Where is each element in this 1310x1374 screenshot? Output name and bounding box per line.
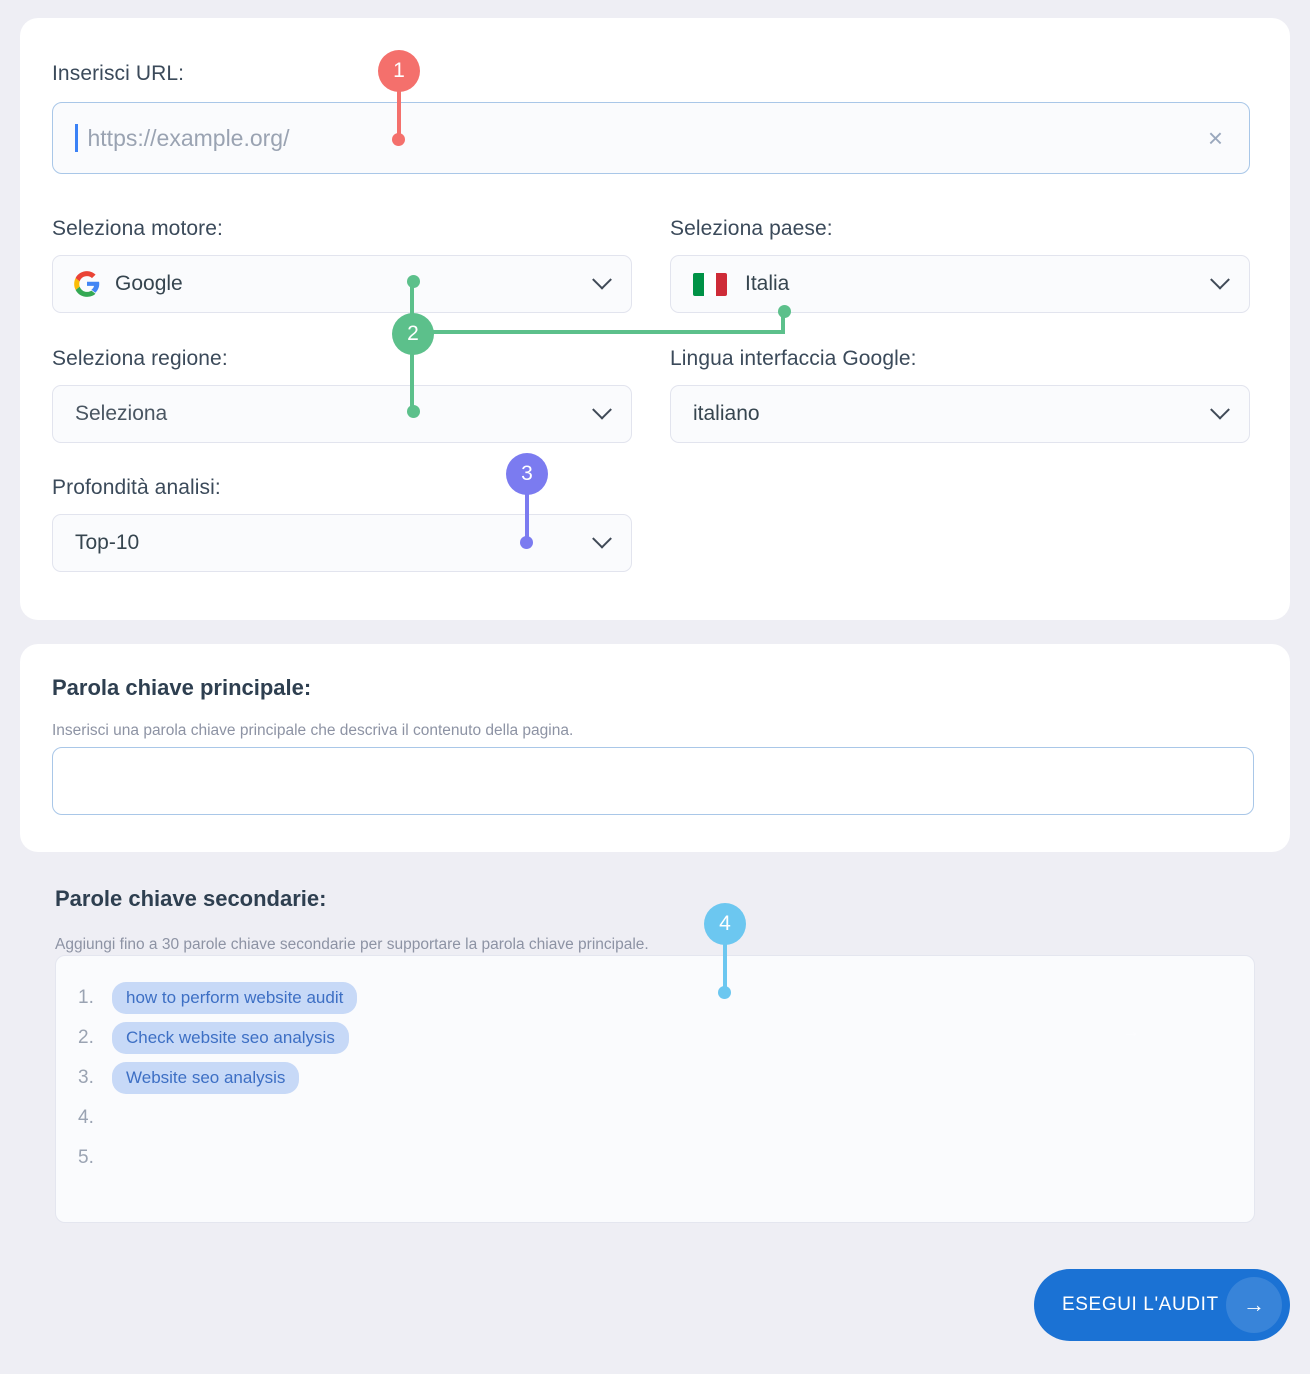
chevron-down-icon: [592, 399, 612, 420]
text-caret: [75, 124, 78, 152]
list-item[interactable]: 3. Website seo analysis: [56, 1058, 1254, 1098]
keyword-chip[interactable]: Website seo analysis: [112, 1062, 300, 1094]
depth-field-label: Profondità analisi:: [52, 476, 221, 499]
list-item[interactable]: 1. how to perform website audit: [56, 978, 1254, 1018]
annotation-marker-1: 1: [378, 50, 420, 92]
annotation-endpoint-2-right: [778, 305, 791, 318]
chevron-down-icon: [592, 269, 612, 290]
interface-language-field-label: Lingua interfaccia Google:: [670, 347, 917, 370]
annotation-endpoint-3: [520, 536, 533, 549]
country-select-value: Italia: [745, 272, 790, 295]
engine-select[interactable]: Google: [52, 255, 632, 313]
url-field-label: Inserisci URL:: [52, 62, 185, 85]
annotation-endpoint-1: [392, 133, 405, 146]
list-item-number: 2.: [78, 1027, 94, 1048]
interface-language-select-value: italiano: [693, 402, 760, 425]
list-item-number: 1.: [78, 987, 94, 1008]
annotation-marker-2: 2: [392, 313, 434, 355]
region-select-value: Seleziona: [75, 402, 168, 425]
annotation-endpoint-2-top: [407, 275, 420, 288]
annotation-endpoint-4: [718, 986, 731, 999]
country-select[interactable]: Italia: [670, 255, 1250, 313]
chevron-down-icon: [1210, 399, 1230, 420]
list-item-number: 4.: [78, 1107, 94, 1128]
secondary-keywords-description: Aggiungi fino a 30 parole chiave seconda…: [55, 936, 649, 953]
keyword-chip[interactable]: how to perform website audit: [112, 982, 358, 1014]
engine-select-value: Google: [115, 272, 183, 295]
run-audit-button[interactable]: ESEGUI L'AUDIT →: [1034, 1269, 1290, 1341]
audit-setup-page: Inserisci URL: https://example.org/ × Se…: [0, 0, 1310, 1374]
italy-flag-icon: [693, 272, 727, 296]
google-logo-icon: [74, 271, 100, 297]
url-placeholder-text: https://example.org/: [87, 124, 290, 151]
url-input[interactable]: https://example.org/ ×: [52, 102, 1250, 174]
primary-keyword-input[interactable]: [52, 747, 1254, 815]
engine-field-label: Seleziona motore:: [52, 217, 223, 240]
list-item-number: 5.: [78, 1147, 94, 1168]
list-item[interactable]: 4.: [56, 1098, 1254, 1138]
primary-keyword-description: Inserisci una parola chiave principale c…: [52, 722, 574, 739]
arrow-right-icon: →: [1122, 1021, 1140, 1041]
annotation-endpoint-2-bottom: [407, 405, 420, 418]
interface-language-select[interactable]: italiano: [670, 385, 1250, 443]
region-select[interactable]: Seleziona: [52, 385, 632, 443]
arrow-right-icon: →: [1226, 1277, 1282, 1333]
run-audit-button-label: ESEGUI L'AUDIT: [1062, 1294, 1219, 1315]
annotation-marker-3: 3: [506, 453, 548, 495]
list-item[interactable]: 2. Check website seo analysis: [56, 1018, 1254, 1058]
region-field-label: Seleziona regione:: [52, 347, 228, 370]
chevron-down-icon: [1210, 269, 1230, 290]
annotation-connector-2-right: [412, 330, 784, 334]
depth-select-value: Top-10: [75, 531, 140, 554]
secondary-keywords-list[interactable]: 1. how to perform website audit 2. Check…: [55, 955, 1255, 1223]
close-icon[interactable]: ×: [1208, 125, 1223, 151]
chevron-down-icon: [592, 528, 612, 549]
annotation-marker-4: 4: [704, 903, 746, 945]
keyword-chip[interactable]: Check website seo analysis: [112, 1022, 349, 1054]
country-field-label: Seleziona paese:: [670, 217, 833, 240]
primary-keyword-title: Parola chiave principale:: [52, 675, 312, 700]
secondary-keywords-title: Parole chiave secondarie:: [55, 886, 327, 911]
list-item-number: 3.: [78, 1067, 94, 1088]
list-item[interactable]: 5.: [56, 1138, 1254, 1178]
depth-select[interactable]: Top-10: [52, 514, 632, 572]
